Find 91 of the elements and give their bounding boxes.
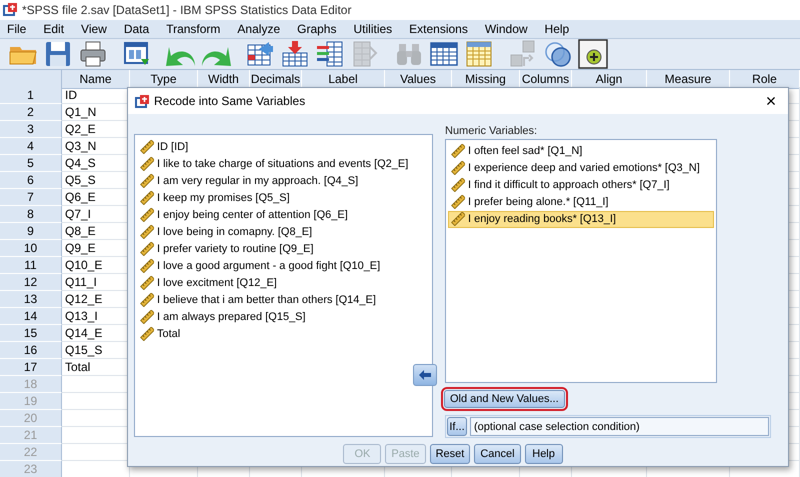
- ruler-icon: [451, 195, 465, 210]
- condition-field[interactable]: (optional case selection condition): [470, 417, 769, 436]
- row-header[interactable]: 16: [0, 342, 62, 359]
- grid-down-arrow-button[interactable]: [280, 40, 310, 68]
- menu-item[interactable]: Graphs: [292, 22, 342, 36]
- variable-item[interactable]: I enjoy being center of attention [Q6_E]: [137, 206, 430, 223]
- menu-item[interactable]: Utilities: [348, 22, 398, 36]
- variable-item[interactable]: I keep my promises [Q5_S]: [137, 189, 430, 206]
- menu-item[interactable]: Analyze: [232, 22, 286, 36]
- row-header[interactable]: 1: [0, 87, 62, 104]
- grid-down-arrow-icon: [280, 39, 310, 69]
- ruler-icon: [140, 292, 154, 306]
- row-header[interactable]: 5: [0, 155, 62, 172]
- menu-item[interactable]: View: [76, 22, 112, 36]
- variable-item[interactable]: I find it difficult to approach others* [Q7_I]: [448, 176, 714, 194]
- old-and-new-values-button[interactable]: Old and New Values...: [444, 390, 565, 408]
- variable-item[interactable]: I experience deep and varied emotions* [Q3_N]: [448, 160, 714, 177]
- variable-item[interactable]: I believe that i am better than others [Q14_E]: [137, 291, 430, 308]
- menu-item[interactable]: Extensions: [404, 22, 473, 36]
- row-header[interactable]: 11: [0, 257, 62, 274]
- ruler-icon: [140, 326, 154, 340]
- ruler-icon: [451, 144, 465, 158]
- variable-item[interactable]: I prefer variety to routine [Q9_E]: [137, 240, 430, 257]
- table-button[interactable]: [429, 40, 459, 68]
- row-header[interactable]: 12: [0, 274, 62, 291]
- menu-item[interactable]: File: [2, 22, 32, 36]
- row-header[interactable]: 9: [0, 223, 62, 240]
- ruler-icon: [140, 190, 154, 204]
- print-icon: [78, 39, 108, 69]
- variable-item[interactable]: I enjoy reading books* [Q13_I]: [448, 210, 714, 228]
- ruler-icon: [140, 174, 154, 188]
- menu-item[interactable]: Data: [118, 22, 154, 36]
- variables-icon: [315, 39, 345, 69]
- variable-item[interactable]: I prefer being alone.* [Q11_I]: [448, 194, 714, 211]
- dialog-button[interactable]: Cancel: [474, 444, 521, 464]
- arrow-left-icon: [419, 370, 431, 380]
- move-button[interactable]: [413, 364, 437, 386]
- numeric-variable-list[interactable]: I often feel sad* [Q1_N] I experience deep and varied emotions* [Q3_N] I find it difficult to approach others* [Q7_I] I prefer being alone.* [Q11_I] I enjoy reading books* [Q13_I]: [445, 138, 717, 383]
- save-button[interactable]: [43, 40, 73, 68]
- variable-item[interactable]: I like to take charge of situations and events [Q2_E]: [137, 155, 430, 172]
- ruler-icon: [140, 276, 154, 290]
- row-header[interactable]: 4: [0, 138, 62, 155]
- column-header[interactable]: Name: [62, 70, 130, 89]
- ruler-icon: [451, 161, 465, 176]
- table-button[interactable]: [464, 40, 494, 68]
- menu-item[interactable]: Edit: [38, 22, 70, 36]
- plus-circle-button[interactable]: [578, 40, 608, 68]
- app-icon: [134, 94, 149, 108]
- row-header[interactable]: 14: [0, 308, 62, 325]
- ruler-icon: [140, 156, 154, 170]
- circles-button[interactable]: [543, 40, 573, 68]
- variable-item[interactable]: ID [ID]: [137, 138, 430, 155]
- variable-item[interactable]: I am always prepared [Q15_S]: [137, 308, 430, 325]
- dialog-button[interactable]: Help: [524, 444, 563, 464]
- menu-item[interactable]: Window: [480, 22, 533, 36]
- variables-button[interactable]: [315, 40, 345, 68]
- variable-item[interactable]: I love excitment [Q12_E]: [137, 274, 430, 291]
- list-label: Numeric Variables:: [445, 125, 538, 139]
- menu-item[interactable]: Transform: [161, 22, 226, 36]
- row-header[interactable]: 2: [0, 104, 62, 121]
- ruler-icon: [140, 242, 154, 256]
- if-button[interactable]: If...: [447, 417, 467, 436]
- row-header[interactable]: 3: [0, 121, 62, 138]
- row-header[interactable]: 17: [0, 359, 62, 376]
- table-icon: [464, 39, 494, 69]
- ruler-icon: [140, 224, 154, 238]
- row-header[interactable]: 10: [0, 240, 62, 257]
- variable-item[interactable]: I often feel sad* [Q1_N]: [448, 142, 714, 160]
- grid-arrow-button[interactable]: [245, 40, 275, 68]
- print-button[interactable]: [78, 40, 108, 68]
- row-header[interactable]: 7: [0, 189, 62, 206]
- row-header[interactable]: 15: [0, 325, 62, 342]
- dialog-title: Recode into Same Variables: [154, 94, 306, 108]
- column-header[interactable]: Role: [730, 70, 800, 89]
- close-button[interactable]: ×: [760, 92, 782, 110]
- ruler-icon: [451, 212, 465, 226]
- variable-item[interactable]: I am very regular in my approach. [Q4_S]: [137, 172, 430, 189]
- row-header[interactable]: 6: [0, 172, 62, 189]
- menu-item[interactable]: Help: [540, 22, 574, 36]
- row-header[interactable]: 8: [0, 206, 62, 223]
- ruler-icon: [451, 178, 465, 192]
- variable-item[interactable]: I love a good argument - a good fight [Q10_E]: [137, 257, 430, 274]
- ruler-icon: [140, 208, 154, 222]
- window-title: *SPSS file 2.sav [DataSet1] - IBM SPSS Statistics Data Editor: [22, 3, 352, 17]
- variable-item[interactable]: Total: [137, 325, 430, 342]
- ruler-icon: [140, 258, 154, 272]
- dialog-button[interactable]: Reset: [430, 444, 470, 464]
- ruler-icon: [140, 310, 154, 324]
- row-header[interactable]: 13: [0, 291, 62, 308]
- source-variable-list[interactable]: [134, 134, 433, 437]
- variable-item[interactable]: I love being in comapny. [Q8_E]: [137, 223, 430, 240]
